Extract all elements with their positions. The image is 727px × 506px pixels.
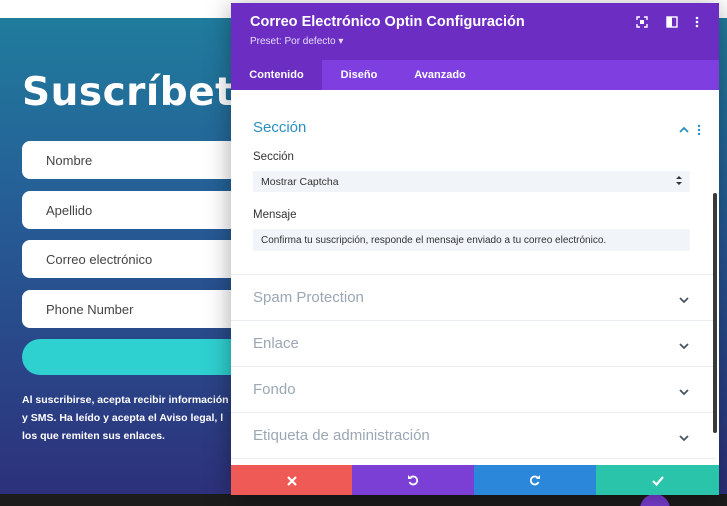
message-label: Mensaje [253, 209, 297, 221]
columns-icon[interactable] [665, 15, 679, 29]
section-spam-protection[interactable]: Spam Protection [253, 289, 364, 306]
cancel-button[interactable] [231, 465, 352, 495]
modal-header: Correo Electrónico Optin Configuración P… [231, 3, 719, 60]
email-field[interactable]: Correo electrónico [22, 240, 252, 278]
phone-field[interactable]: Phone Number [22, 290, 252, 328]
chevron-down-icon[interactable] [678, 337, 690, 350]
undo-icon [407, 471, 419, 490]
modal-title: Correo Electrónico Optin Configuración [250, 14, 525, 30]
redo-icon [529, 471, 541, 490]
chevron-down-icon[interactable] [678, 429, 690, 442]
modal-body: Sección Sección Mostrar Captcha Mensaje … [231, 90, 719, 465]
message-input[interactable]: Confirma tu suscripción, responde el men… [253, 229, 690, 251]
redo-button[interactable] [474, 465, 596, 495]
consent-line: Al suscribirse, acepta recibir informaci… [22, 394, 229, 406]
modal-tabs: Contenido Diseño Avanzado [231, 60, 719, 90]
tab-diseno[interactable]: Diseño [322, 60, 396, 90]
subscribe-button[interactable] [22, 339, 252, 375]
select-arrows-icon [676, 175, 682, 186]
section-title[interactable]: Sección [253, 119, 306, 136]
fullscreen-icon[interactable] [635, 15, 649, 29]
section-etiqueta-administracion[interactable]: Etiqueta de administración [253, 427, 430, 444]
tab-contenido[interactable]: Contenido [231, 60, 322, 90]
scrollbar[interactable] [713, 193, 717, 433]
captcha-select[interactable]: Mostrar Captcha [253, 171, 690, 192]
preset-selector[interactable]: Preset: Por defecto ▾ [250, 36, 343, 47]
close-icon [286, 471, 297, 490]
chevron-down-icon[interactable] [678, 383, 690, 396]
section-more-icon[interactable] [697, 121, 701, 136]
consent-text: Al suscribirse, acepta recibir informaci… [22, 391, 237, 445]
chevron-down-icon[interactable] [678, 291, 690, 304]
section-fondo[interactable]: Fondo [253, 381, 296, 398]
divider [231, 458, 715, 459]
captcha-select-value: Mostrar Captcha [261, 175, 339, 188]
more-vert-icon[interactable] [690, 15, 704, 29]
save-button[interactable] [596, 465, 719, 495]
chevron-up-icon[interactable] [678, 121, 690, 133]
divider [231, 320, 715, 321]
undo-button[interactable] [352, 465, 474, 495]
captcha-select-label: Sección [253, 151, 294, 163]
check-icon [651, 471, 664, 490]
settings-modal: Correo Electrónico Optin Configuración P… [231, 3, 719, 495]
hero-title: Suscríbete [22, 70, 262, 115]
consent-line: los que remiten sus enlaces. [22, 430, 165, 442]
divider [231, 274, 715, 275]
divider [231, 412, 715, 413]
modal-footer [231, 465, 719, 495]
divider [231, 366, 715, 367]
first-name-field[interactable]: Nombre [22, 141, 252, 179]
tab-avanzado[interactable]: Avanzado [396, 60, 484, 90]
consent-line: y SMS. Ha leído y acepta el Aviso legal,… [22, 412, 224, 424]
section-enlace[interactable]: Enlace [253, 335, 299, 352]
page-bottom-bar [0, 494, 727, 506]
last-name-field[interactable]: Apellido [22, 191, 252, 229]
